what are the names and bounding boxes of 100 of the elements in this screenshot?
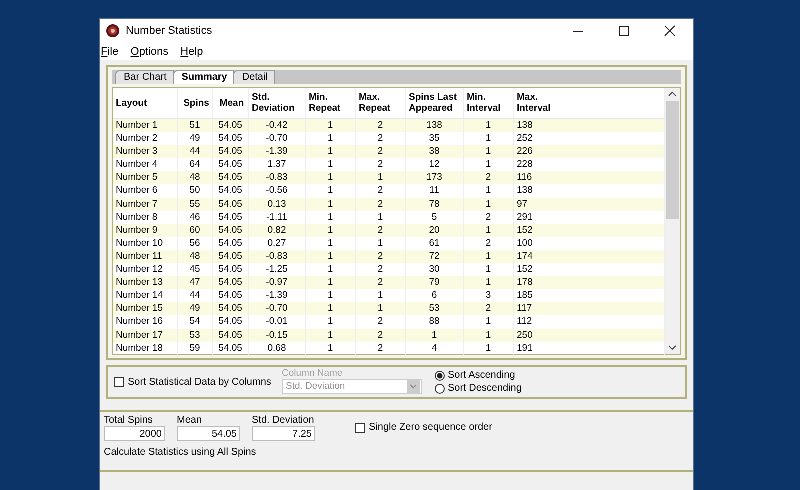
table-cell: 2: [464, 302, 514, 316]
table-cell: 54.05: [213, 342, 249, 355]
table-cell: Number 5: [113, 171, 178, 184]
table-cell: 1: [464, 328, 514, 342]
tab[interactable]: Detail: [233, 70, 275, 84]
column-header[interactable]: Std. Deviation: [249, 88, 306, 118]
menu-item[interactable]: Options: [130, 46, 169, 58]
table-cell: -0.83: [249, 171, 306, 184]
table-cell: 1: [464, 276, 514, 290]
input-field[interactable]: 7.25: [252, 426, 315, 441]
table-cell: 1: [306, 342, 356, 355]
table-cell: 1: [306, 171, 356, 184]
radio-button[interactable]: [435, 384, 445, 394]
table-cell: Number 17: [113, 328, 178, 342]
table-cell: 47: [178, 276, 213, 290]
tab[interactable]: Summary: [172, 70, 234, 84]
table-cell: Number 1: [113, 119, 178, 132]
table-cell: 54.05: [213, 302, 249, 316]
checkbox[interactable]: [114, 377, 124, 387]
table-cell: 2: [356, 342, 406, 355]
table-cell: 1: [464, 198, 514, 211]
table-cell: 2: [464, 171, 514, 184]
table-cell: 1: [464, 224, 514, 237]
table-cell: 54.05: [213, 198, 249, 211]
table-cell: 1: [464, 145, 514, 158]
field-label: Column Name: [282, 368, 344, 379]
table-cell: 53: [406, 302, 464, 316]
table-cell: 1: [306, 198, 356, 211]
table-cell: 1: [406, 328, 464, 342]
table-cell: -0.83: [249, 250, 306, 264]
input-field[interactable]: 2000: [104, 426, 165, 441]
table-cell: -0.70: [249, 302, 306, 316]
column-header[interactable]: Spins Last Appeared: [406, 88, 464, 118]
table-cell: 54.05: [213, 224, 249, 237]
roulette-wheel-icon: [106, 24, 120, 38]
table-cell: 54.05: [213, 119, 249, 132]
table-cell: 0.82: [249, 224, 306, 237]
table-cell: 48: [178, 250, 213, 264]
table-cell: 1: [306, 119, 356, 132]
column-header[interactable]: Max. Repeat: [356, 88, 406, 118]
field-label: Std. Deviation: [252, 415, 315, 426]
table-cell: 59: [178, 342, 213, 355]
table-cell: -0.15: [249, 328, 306, 342]
table-cell: 1: [356, 171, 406, 184]
table-cell: 20: [406, 224, 464, 237]
table-cell: 2: [356, 198, 406, 211]
input-field[interactable]: 54.05: [177, 426, 240, 441]
table-cell: -0.42: [249, 119, 306, 132]
scroll-thumb[interactable]: [666, 101, 679, 219]
table-cell: 78: [406, 198, 464, 211]
single-zero-checkbox[interactable]: Single Zero sequence order: [355, 422, 492, 433]
table-cell: Number 7: [113, 198, 178, 211]
table-cell: 53: [178, 328, 213, 342]
table-cell: 55: [178, 198, 213, 211]
table-cell: 1: [306, 276, 356, 290]
sort-radio[interactable]: Sort Descending: [435, 383, 522, 394]
table-cell: 54.05: [213, 171, 249, 184]
table-cell: Number 11: [113, 250, 178, 264]
table-cell: 44: [178, 145, 213, 158]
table-cell: 51: [178, 119, 213, 132]
tab[interactable]: Bar Chart: [115, 70, 174, 84]
sort-checkbox[interactable]: Sort Statistical Data by Columns: [114, 376, 278, 388]
table-cell: 54.05: [213, 250, 249, 264]
table-cell: 72: [406, 250, 464, 264]
table-cell: Number 3: [113, 145, 178, 158]
table-cell: Number 9: [113, 224, 178, 237]
table-cell: Number 13: [113, 276, 178, 290]
radio-button[interactable]: [435, 370, 445, 380]
menu-item[interactable]: File: [101, 46, 119, 58]
scrollbar[interactable]: [665, 88, 680, 354]
menu-item[interactable]: Help: [180, 46, 204, 58]
table-cell: 2: [356, 145, 406, 158]
table-cell: 48: [178, 171, 213, 184]
table-cell: 1: [306, 302, 356, 316]
table-cell: -1.39: [249, 145, 306, 158]
table-cell: 4: [406, 342, 464, 355]
column-header[interactable]: Layout: [113, 88, 178, 118]
table-cell: 1: [464, 250, 514, 264]
table-cell: 1: [306, 328, 356, 342]
status-note: Calculate Statistics using All Spins: [104, 447, 256, 458]
table-cell: 2: [356, 224, 406, 237]
table-cell: 2: [356, 119, 406, 132]
table-cell: 2: [356, 250, 406, 264]
table-cell: 173: [406, 171, 464, 184]
table-cell: 54.05: [213, 328, 249, 342]
table-cell: 1: [306, 224, 356, 237]
table-cell: 54.05: [213, 145, 249, 158]
table-cell: 138: [406, 119, 464, 132]
sort-radio[interactable]: Sort Ascending: [435, 370, 522, 381]
table-cell: 1: [306, 250, 356, 264]
table-cell: Number 15: [113, 302, 178, 316]
table-cell: 1: [356, 302, 406, 316]
table-cell: -0.97: [249, 276, 306, 290]
column-header[interactable]: Min. Interval: [464, 88, 514, 118]
table-cell: 49: [178, 302, 213, 316]
table-cell: 79: [406, 276, 464, 290]
column-header[interactable]: Mean: [213, 88, 249, 118]
column-header[interactable]: Spins: [178, 88, 213, 118]
checkbox[interactable]: [355, 422, 365, 432]
column-header[interactable]: Min. Repeat: [306, 88, 356, 118]
